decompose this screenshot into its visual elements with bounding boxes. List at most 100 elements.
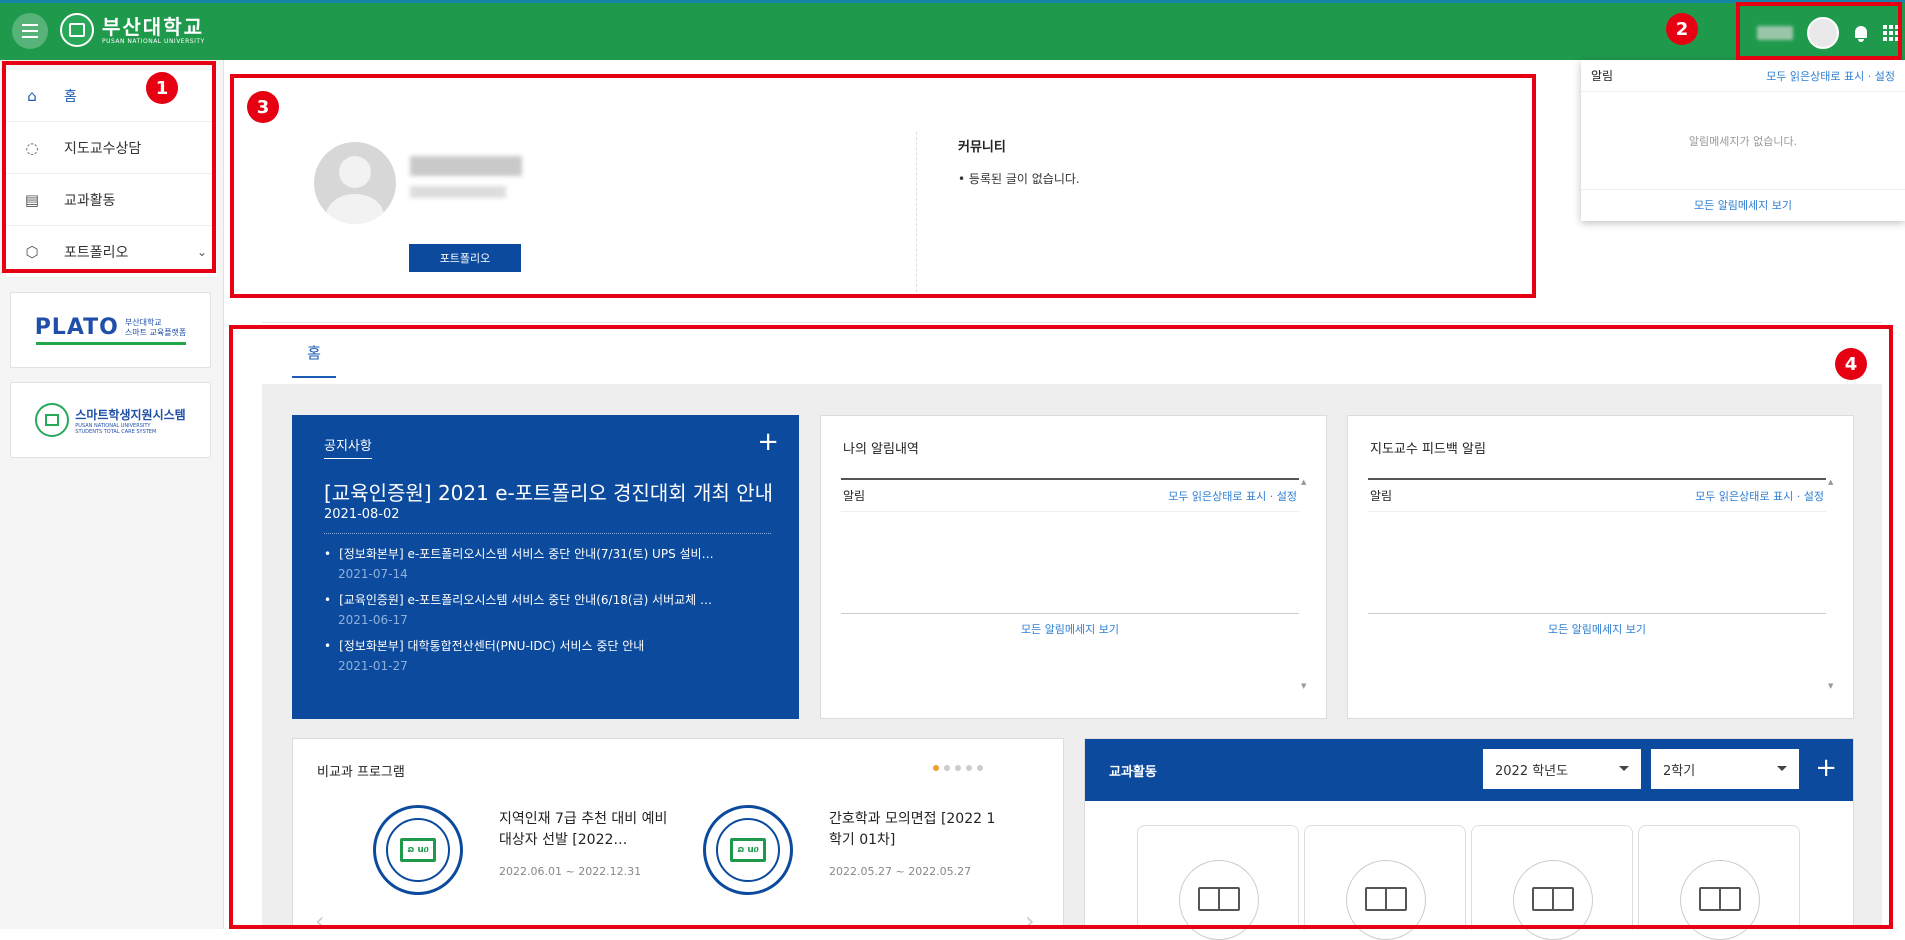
chevron-left-icon[interactable]: ‹ [315,907,325,935]
course-card[interactable] [1304,825,1466,940]
user-name-redacted[interactable] [1757,26,1793,40]
university-logo[interactable]: 부산대학교 PUSAN NATIONAL UNIVERSITY [60,13,205,47]
smart-sub-2: STUDENTS TOTAL CARE SYSTEM [75,428,157,435]
advisor-feedback-panel: 지도교수 피드백 알림 알림 모두 읽은상태로 표시 · 설정 모든 알림메세지… [1347,415,1854,719]
alerts-column: 알림 [1370,489,1393,503]
smart-title: 스마트학생지원시스템 [75,407,186,422]
sidebar-item-portfolio[interactable]: ⬡ 포트폴리오 ⌄ [6,226,217,278]
notice-panel: 공지사항 + [교육인증원] 2021 e-포트폴리오 경진대회 개최 안내 2… [292,415,799,719]
list-item[interactable]: [정보화본부] e-포트폴리오시스템 서비스 중단 안내(7/31(토) UPS… [324,545,714,581]
logo-title: 부산대학교 [102,14,204,39]
panel-title: 지도교수 피드백 알림 [1370,442,1486,457]
notice-label[interactable]: 공지사항 [324,435,372,459]
top-bar: 부산대학교 PUSAN NATIONAL UNIVERSITY [0,0,1905,60]
avatar[interactable] [1807,17,1839,49]
sidebar-item-label: 지도교수상담 [64,140,142,157]
program-name: 지역인재 7급 추천 대비 예비대상자 선발 [2022… [499,811,668,848]
view-all-alerts-link[interactable]: 모든 알림메세지 보기 [1548,621,1646,637]
notice-item-date: 2021-07-14 [338,567,408,581]
profile-avatar [314,142,396,224]
logo-subtitle: PUSAN NATIONAL UNIVERSITY [102,37,205,45]
user-name-redacted [410,156,522,176]
divider [916,132,917,292]
chat-icon: ◌ [25,138,39,157]
annotation-badge-2: 2 [1666,13,1698,45]
community-item: • 등록된 글이 없습니다. [958,172,1080,186]
book-icon [1699,887,1741,911]
notice-headline-date: 2021-08-02 [324,507,400,522]
notice-headline[interactable]: [교육인증원] 2021 e-포트폴리오 경진대회 개최 안내 [324,477,773,506]
annotation-badge-4: 4 [1835,348,1867,380]
semester-select[interactable]: 2학기 [1651,749,1799,789]
year-select[interactable]: 2022 학년도 [1483,749,1641,789]
panel-title: 비교과 프로그램 [317,765,405,780]
panel-title: 교과활동 [1109,765,1157,780]
course-card[interactable] [1137,825,1299,940]
program-panel: 비교과 프로그램 ລ uዐ 지역인재 7급 추천 대비 예비대상자 선발 [20… [292,738,1064,935]
book-icon [1198,887,1240,911]
mark-all-read-link[interactable]: 모두 읽은상태로 표시 · 설정 [1766,68,1895,84]
notice-item-title: [교육인증원] e-포트폴리오시스템 서비스 중단 안내(6/18(금) 서버교… [324,591,712,608]
community-title: 커뮤니티 [958,140,1006,155]
chevron-right-icon[interactable]: › [1025,907,1035,935]
caret-down-icon [1619,766,1629,771]
alerts-column: 알림 [843,489,866,503]
program-date: 2022.05.27 ~ 2022.05.27 [829,865,972,878]
plato-underline [35,342,186,345]
chevron-down-icon: ⌄ [196,244,207,259]
plus-icon[interactable]: + [757,429,779,455]
sidebar-item-course[interactable]: ▤ 교과활동 [6,174,217,226]
program-card[interactable]: ລ uዐ 간호학과 모의면접 [2022 1학기 01차] 2022.05.27… [703,805,1003,905]
program-name: 간호학과 모의면접 [2022 1학기 01차] [829,811,996,848]
university-seal-icon: ລ uዐ [373,805,463,895]
sidebar-nav: ⌂ 홈 ◌ 지도교수상담 ▤ 교과활동 ⬡ 포트폴리오 ⌄ [6,70,217,278]
scrollbar[interactable] [1301,478,1311,690]
profile-card: 포트폴리오 커뮤니티 • 등록된 글이 없습니다. [232,76,1534,294]
view-all-alerts-link[interactable]: 모든 알림메세지 보기 [1021,621,1119,637]
caret-down-icon [1777,766,1787,771]
user-area [1747,13,1905,53]
program-card[interactable]: ລ uዐ 지역인재 7급 추천 대비 예비대상자 선발 [2022… 2022.… [373,805,673,905]
sidebar-item-label: 포트폴리오 [64,244,129,261]
menu-icon[interactable] [12,13,48,49]
book-icon [1532,887,1574,911]
scrollbar[interactable] [1828,478,1838,690]
semester-select-value: 2학기 [1663,763,1696,779]
mark-all-read-link[interactable]: 모두 읽은상태로 표시 · 설정 [1695,488,1824,504]
seal-icon [60,13,94,47]
plato-link[interactable]: PLATO 부산대학교 스마트 교육플랫폼 [10,292,211,368]
plato-sub-2: 스마트 교육플랫폼 [124,327,187,337]
plato-sub-1: 부산대학교 [124,317,162,327]
mark-all-read-link[interactable]: 모두 읽은상태로 표시 · 설정 [1168,488,1297,504]
seal-icon [35,403,70,437]
list-item[interactable]: [정보화본부] 대학통합전산센터(PNU-IDC) 서비스 중단 안내 2021… [324,637,644,673]
year-select-value: 2022 학년도 [1495,763,1569,779]
my-alerts-panel: 나의 알림내역 알림 모두 읽은상태로 표시 · 설정 모든 알림메세지 보기 [820,415,1327,719]
cube-icon: ⬡ [25,242,39,261]
university-seal-icon: ລ uዐ [703,805,793,895]
empty-message: 알림메세지가 없습니다. [1581,92,1905,190]
course-card[interactable] [1638,825,1800,940]
sidebar-item-home[interactable]: ⌂ 홈 [6,70,217,122]
community-item-text: 등록된 글이 없습니다. [968,172,1080,186]
sidebar-item-advisor[interactable]: ◌ 지도교수상담 [6,122,217,174]
course-panel: 교과활동 2022 학년도 2학기 + [1084,738,1854,940]
tab-home[interactable]: 홈 [292,342,336,378]
list-item[interactable]: [교육인증원] e-포트폴리오시스템 서비스 중단 안내(6/18(금) 서버교… [324,591,712,627]
notice-item-date: 2021-01-27 [338,659,408,673]
notice-item-title: [정보화본부] 대학통합전산센터(PNU-IDC) 서비스 중단 안내 [324,637,644,654]
carousel-dots[interactable] [933,765,983,771]
apps-grid-icon[interactable] [1883,25,1899,41]
notification-popup: 알림 모두 읽은상태로 표시 · 설정 알림메세지가 없습니다. 모든 알림메세… [1581,60,1905,221]
panel-title: 나의 알림내역 [843,442,919,457]
annotation-badge-3: 3 [247,91,279,123]
divider [262,322,1882,323]
view-all-alerts-link[interactable]: 모든 알림메세지 보기 [1694,197,1792,213]
smart-student-system-link[interactable]: 스마트학생지원시스템 PUSAN NATIONAL UNIVERSITY STU… [10,382,211,458]
alerts-list [841,512,1299,614]
course-card[interactable] [1471,825,1633,940]
plus-icon[interactable]: + [1815,755,1837,781]
user-info-redacted [410,186,506,198]
portfolio-button[interactable]: 포트폴리오 [409,244,521,272]
bell-icon[interactable] [1853,24,1869,42]
